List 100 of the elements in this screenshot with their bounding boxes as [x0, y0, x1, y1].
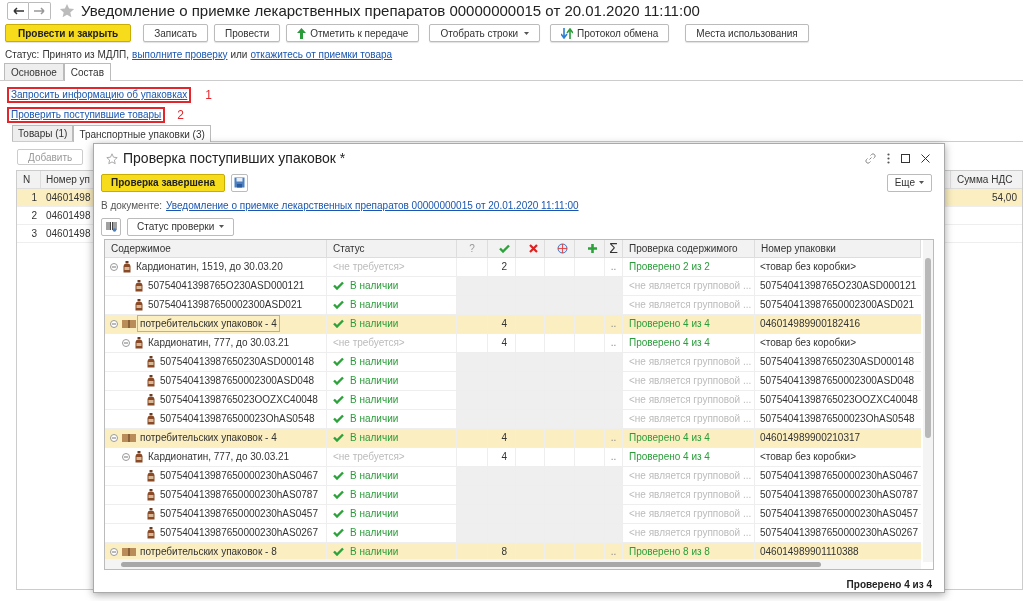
tab[interactable]: Транспортные упаковки (3)	[73, 125, 211, 142]
check-cell: <не является групповой ...	[623, 390, 755, 409]
collapse-icon[interactable]	[122, 452, 130, 461]
toolbar-button[interactable]: Провести	[214, 24, 281, 42]
bottle-icon	[146, 412, 156, 425]
vertical-scrollbar[interactable]	[923, 239, 933, 562]
bottle-icon	[146, 526, 156, 539]
number-cell-text: 507540413987650000230hAS0467	[759, 469, 919, 484]
more-button[interactable]: Еще	[886, 173, 932, 192]
check-cell: <не является групповой ...	[623, 466, 755, 485]
cross-icon	[528, 243, 538, 253]
count-cell: 4	[488, 333, 516, 352]
bottle-icon	[146, 469, 156, 482]
refuse-link[interactable]: откажитесь от приемки товара	[250, 46, 393, 62]
check-cell: <не является групповой ...	[623, 409, 755, 428]
status-text: <не требуется>	[333, 450, 405, 465]
toolbar-button[interactable]: Отобрать строки	[429, 24, 541, 42]
status-label: Статус:	[5, 47, 40, 62]
status-text: В наличии	[350, 545, 399, 560]
document-link[interactable]: Уведомление о приемке лекарственных препаратов 00000000015 от 20.01.2020 11:11:00	[166, 198, 579, 214]
tab[interactable]: Состав	[63, 63, 111, 81]
close-icon	[921, 154, 930, 164]
check-icon	[499, 243, 510, 253]
command-link[interactable]: Запросить информацию об упаковках	[7, 87, 192, 103]
check-icon	[333, 281, 344, 291]
column-header: ?	[457, 239, 488, 257]
number-cell-text: 046014989900210317	[759, 431, 862, 446]
back-button[interactable]	[7, 2, 29, 20]
sum-cell: ..	[605, 257, 623, 276]
check-icon	[333, 319, 344, 329]
command-link[interactable]: Проверить поступившие товары	[7, 107, 166, 123]
check-cell: <не является групповой ...	[623, 485, 755, 504]
content-text: потребительских упаковок - 4	[140, 431, 277, 446]
collapse-icon[interactable]	[110, 547, 118, 556]
toolbar-button[interactable]: Места использования	[685, 24, 809, 42]
status-text: В наличии	[350, 374, 399, 389]
more-icon	[887, 153, 890, 165]
status-text: <не требуется>	[333, 336, 405, 351]
sum-cell: ..	[605, 428, 623, 447]
toolbar-button[interactable]: Отметить к передаче	[286, 24, 420, 42]
content-text: потребительских упаковок - 8	[140, 545, 277, 560]
box-icon	[122, 432, 136, 443]
column-header: Σ	[605, 239, 623, 257]
annotation-number: 1	[205, 87, 213, 104]
content-text: потребительских упаковок - 4	[137, 315, 280, 333]
content-text: 507540413987650000230hAS0267	[160, 526, 318, 541]
check-cell: Проверено 4 из 4	[623, 314, 755, 333]
up-arrow-icon	[297, 27, 307, 39]
column-header: Номер упаковки	[755, 239, 921, 257]
check-link[interactable]: выполните проверку	[132, 46, 228, 62]
table-cell-text: 04601498	[45, 227, 91, 241]
number-cell-text: 507540413987650002300ASD048	[759, 374, 916, 389]
check-icon	[333, 528, 344, 538]
bottle-icon	[134, 279, 144, 292]
back-arrow-icon	[12, 7, 24, 15]
status-text: В наличии	[350, 431, 399, 446]
tab[interactable]: Товары (1)	[12, 125, 74, 141]
status-text: В наличии	[350, 526, 399, 541]
barcode-scan-button[interactable]	[101, 217, 121, 236]
collapse-icon[interactable]	[122, 338, 130, 347]
content-text: 507540413987650000230hAS0467	[160, 469, 318, 484]
horizontal-scrollbar[interactable]	[105, 559, 921, 569]
bottle-icon	[146, 488, 156, 501]
check-icon	[333, 547, 344, 557]
check-cell: Проверено 4 из 4	[623, 447, 755, 466]
toolbar-button[interactable]: Протокол обмена	[550, 24, 670, 42]
number-cell-text: 50754041398765023OOZXC40048	[759, 393, 919, 408]
check-icon	[333, 395, 344, 405]
plus-icon	[588, 243, 597, 253]
number-cell-text: 507540413987650230ASD000148	[759, 355, 916, 370]
status-text: или	[230, 47, 248, 62]
check-icon	[333, 300, 344, 310]
save-button[interactable]	[231, 173, 249, 192]
number-cell-text: 046014989901110388	[759, 545, 860, 560]
tab[interactable]: Основное	[4, 63, 64, 80]
globe-icon	[557, 242, 568, 254]
bottle-icon	[146, 393, 156, 406]
check-icon	[333, 376, 344, 386]
content-text: 507540413987650000230hAS0787	[160, 488, 318, 503]
toolbar-button[interactable]: Записать	[143, 24, 208, 42]
collapse-icon[interactable]	[110, 433, 118, 442]
status-text: В наличии	[350, 469, 399, 484]
link-icon	[865, 153, 876, 165]
check-icon	[333, 357, 344, 367]
check-cell: <не является групповой ...	[623, 276, 755, 295]
collapse-icon[interactable]	[110, 319, 118, 328]
number-cell-text: <товар без коробки>	[759, 260, 857, 275]
content-text: Кардионатин, 777, до 30.03.21	[148, 336, 290, 351]
check-icon	[333, 509, 344, 519]
number-cell-text: <товар без коробки>	[759, 450, 857, 465]
toolbar-button[interactable]: Провести и закрыть	[5, 24, 132, 42]
number-cell-text: 507540413987650000230hAS0267	[759, 526, 919, 541]
content-text: 50754041398765023OOZXC40048	[160, 393, 318, 408]
document-label: В документе:	[101, 199, 162, 214]
check-icon	[333, 433, 344, 443]
finish-check-button[interactable]: Проверка завершена	[101, 173, 226, 192]
window-title: Уведомление о приемке лекарственных препаратов 00000000015 от 20.01.2020 11:11:00	[81, 0, 700, 21]
count-cell: 2	[488, 257, 516, 276]
collapse-icon[interactable]	[110, 262, 118, 271]
status-filter-button[interactable]: Статус проверки	[127, 217, 235, 236]
